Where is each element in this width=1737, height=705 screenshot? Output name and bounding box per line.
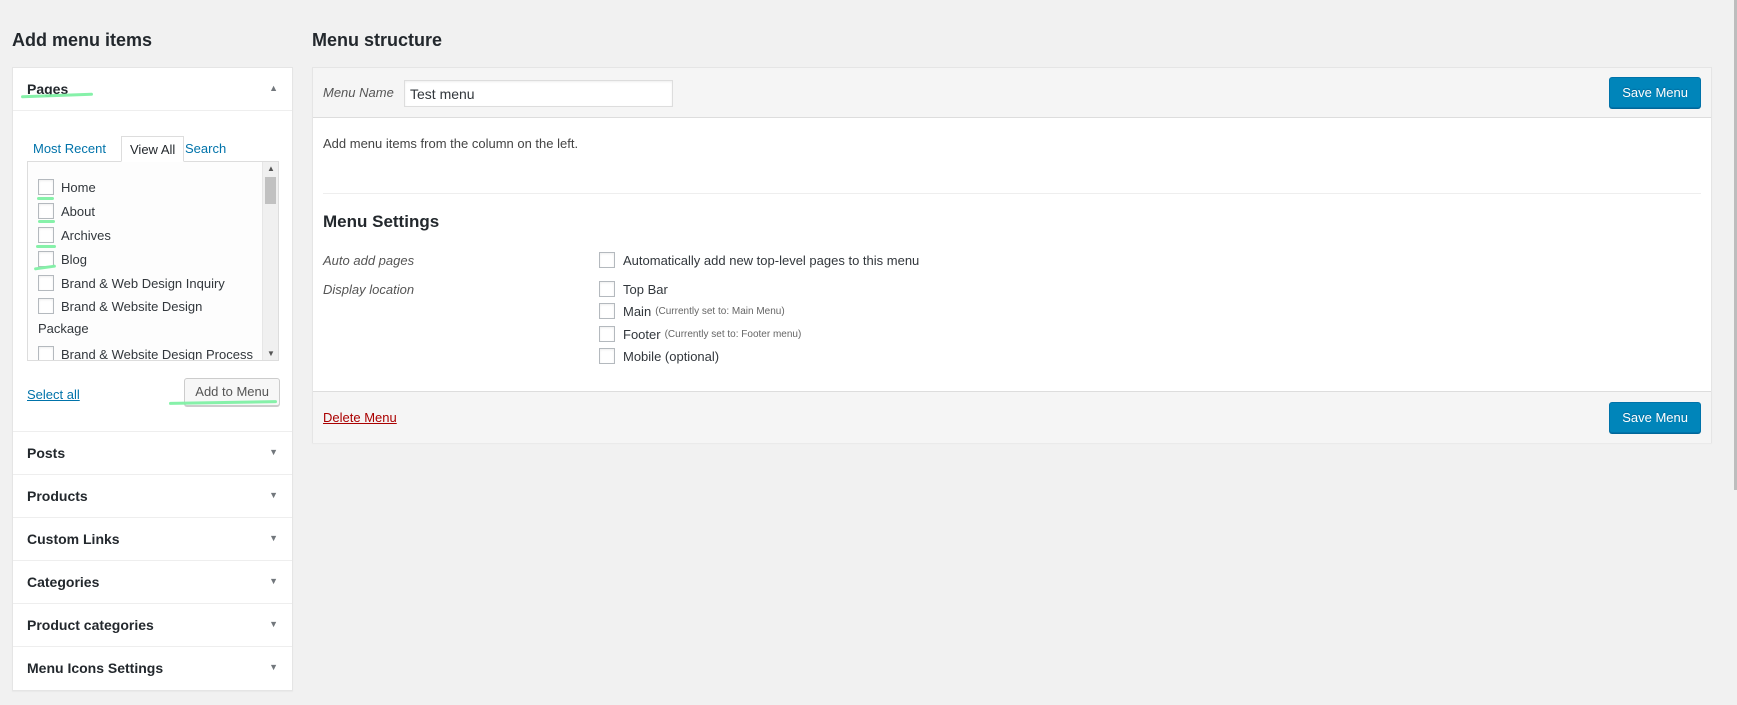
page-item-brand-website-design-process[interactable]: Brand & Website Design Process <box>38 345 253 361</box>
save-menu-button-bottom[interactable]: Save Menu <box>1609 402 1701 433</box>
page-item-brand-web-design-inquiry[interactable]: Brand & Web Design Inquiry <box>38 274 225 292</box>
pages-tabs: Most Recent View All Search <box>27 136 279 162</box>
menu-footer: Delete Menu <box>313 391 1711 443</box>
page-item-about[interactable]: About <box>38 202 95 220</box>
checkbox[interactable] <box>38 346 54 360</box>
checkbox[interactable] <box>38 203 54 219</box>
checkbox[interactable] <box>599 348 615 364</box>
collapse-arrow-icon: ▲ <box>269 83 278 93</box>
checkbox[interactable] <box>599 252 615 268</box>
checklist-scrollbar[interactable]: ▲ ▼ <box>262 162 278 360</box>
highlight-underline <box>36 245 56 248</box>
location-note: (Currently set to: Footer menu) <box>664 328 802 340</box>
product-categories-section-header[interactable]: Product categories ▼ <box>13 604 292 647</box>
expand-arrow-icon: ▼ <box>269 662 278 672</box>
location-note: (Currently set to: Main Menu) <box>655 305 785 317</box>
location-name: Top Bar <box>623 281 668 297</box>
menu-header: Menu Name Save Menu <box>313 68 1711 118</box>
location-name: Mobile (optional) <box>623 348 720 364</box>
page-item-label: Brand & Website Design <box>61 298 203 314</box>
categories-section-header[interactable]: Categories ▼ <box>13 561 292 604</box>
page-item-label: Archives <box>61 227 111 243</box>
products-section-header[interactable]: Products ▼ <box>13 475 292 518</box>
page-item-archives[interactable]: Archives <box>38 226 111 244</box>
checkbox[interactable] <box>599 326 615 342</box>
location-mobile[interactable]: Mobile (optional) <box>599 348 719 364</box>
pages-checklist[interactable]: Home About Archives Blog Brand & Web Des… <box>27 161 279 361</box>
menu-name-label: Menu Name <box>323 85 394 100</box>
page-item-label: Brand & Web Design Inquiry <box>61 275 225 291</box>
highlight-underline <box>37 197 54 200</box>
select-all-link[interactable]: Select all <box>27 387 80 402</box>
checkbox[interactable] <box>599 281 615 297</box>
menu-name-input[interactable] <box>404 80 673 107</box>
display-location-label: Display location <box>323 282 415 297</box>
expand-arrow-icon: ▼ <box>269 490 278 500</box>
divider <box>323 193 1701 194</box>
custom-links-section-header[interactable]: Custom Links ▼ <box>13 518 292 561</box>
location-name: Main <box>623 303 652 319</box>
location-top-bar[interactable]: Top Bar <box>599 281 668 297</box>
tab-search[interactable]: Search <box>185 136 226 162</box>
page-item-label: Brand & Website Design Process <box>61 346 253 361</box>
page-item-label: Home <box>61 179 96 195</box>
tab-view-all[interactable]: View All <box>121 136 185 162</box>
posts-section-header[interactable]: Posts ▼ <box>13 432 292 475</box>
highlight-underline <box>38 220 55 223</box>
menu-structure-title: Menu structure <box>312 30 443 50</box>
expand-arrow-icon: ▼ <box>269 533 278 543</box>
checkbox[interactable] <box>38 275 54 291</box>
expand-arrow-icon: ▼ <box>269 447 278 457</box>
empty-menu-hint: Add menu items from the column on the le… <box>323 136 579 151</box>
checkbox[interactable] <box>38 227 54 243</box>
expand-arrow-icon: ▼ <box>269 619 278 629</box>
scrollbar-thumb[interactable] <box>265 177 276 204</box>
pages-section-body: Most Recent View All Search Home About A… <box>13 111 292 432</box>
add-menu-items-title: Add menu items <box>12 30 153 50</box>
page-item-home[interactable]: Home <box>38 178 96 196</box>
save-menu-button[interactable]: Save Menu <box>1609 77 1701 108</box>
expand-arrow-icon: ▼ <box>269 576 278 586</box>
section-label: Posts <box>27 445 66 461</box>
auto-add-pages-label: Auto add pages <box>323 253 415 268</box>
section-label: Product categories <box>27 617 154 633</box>
location-main[interactable]: Main (Currently set to: Main Menu) <box>599 303 785 319</box>
page-group-text: Package <box>38 321 89 336</box>
section-label: Menu Icons Settings <box>27 660 164 676</box>
tab-most-recent[interactable]: Most Recent <box>33 136 106 162</box>
section-label: Products <box>27 488 88 504</box>
menu-items-accordion: Pages ▲ Most Recent View All Search Home… <box>12 67 293 691</box>
menu-edit-panel: Menu Name Save Menu Add menu items from … <box>312 67 1712 443</box>
checkbox[interactable] <box>38 298 54 314</box>
delete-menu-link[interactable]: Delete Menu <box>323 410 397 425</box>
option-label: Automatically add new top-level pages to… <box>623 252 920 268</box>
menu-settings-title: Menu Settings <box>323 212 440 231</box>
location-name: Footer <box>623 326 661 342</box>
page-item-label: Blog <box>61 251 88 267</box>
scroll-up-icon[interactable]: ▲ <box>267 164 275 173</box>
page-item-label: About <box>61 203 95 219</box>
checkbox[interactable] <box>599 303 615 319</box>
scroll-down-icon[interactable]: ▼ <box>267 349 275 358</box>
location-footer[interactable]: Footer (Currently set to: Footer menu) <box>599 326 801 342</box>
page-item-brand-website-design[interactable]: Brand & Website Design <box>38 297 202 315</box>
auto-add-pages-option[interactable]: Automatically add new top-level pages to… <box>599 252 919 268</box>
section-label: Custom Links <box>27 531 120 547</box>
pages-section-header[interactable]: Pages ▲ <box>13 68 292 111</box>
checkbox[interactable] <box>38 179 54 195</box>
section-label: Categories <box>27 574 100 590</box>
menu-icons-settings-section-header[interactable]: Menu Icons Settings ▼ <box>13 647 292 690</box>
